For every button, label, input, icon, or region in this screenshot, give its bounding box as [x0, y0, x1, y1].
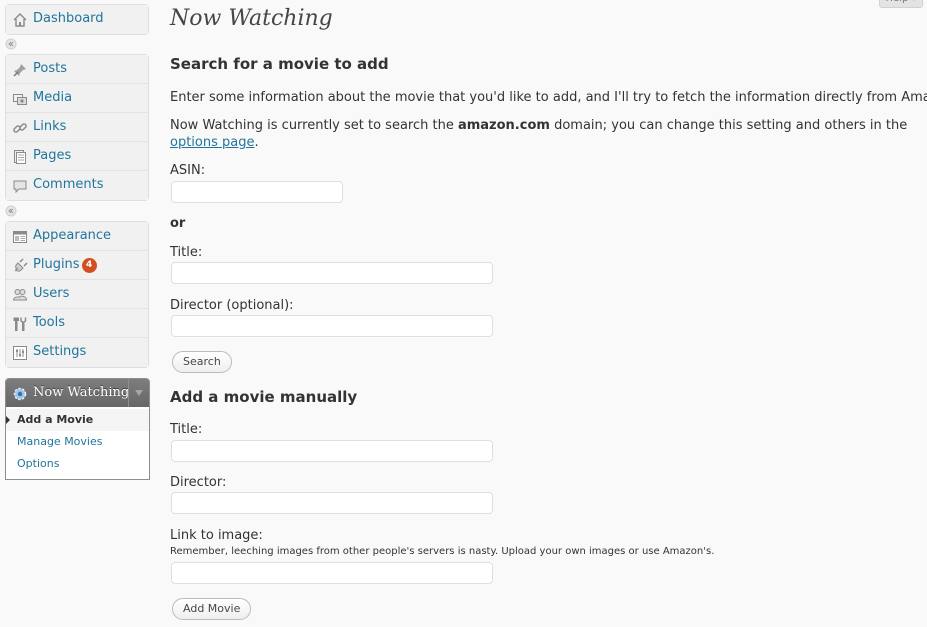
- menu-group-now-watching: Now Watching Add a Movie Manage Movies O…: [5, 378, 150, 480]
- sidebar-item-now-watching[interactable]: Now Watching: [6, 379, 149, 407]
- domain-note: Now Watching is currently set to search …: [170, 118, 907, 133]
- search-intro: Enter some information about the movie t…: [170, 90, 927, 105]
- domain-note-pre: Now Watching is currently set to search …: [170, 118, 458, 133]
- collapse-separator-icon[interactable]: [5, 205, 17, 217]
- settings-icon: [12, 345, 28, 361]
- sidebar-item-comments[interactable]: Comments: [6, 171, 148, 200]
- asin-input[interactable]: [171, 181, 343, 203]
- image-link-input[interactable]: [171, 562, 493, 584]
- sidebar-item-label: Plugins: [33, 257, 80, 272]
- sidebar-item-users[interactable]: Users: [6, 280, 148, 309]
- media-icon: [12, 91, 28, 107]
- sidebar-item-label: Tools: [33, 315, 66, 330]
- menu-group-admin: Appearance Plugins 4 Users Tools Settings: [5, 221, 149, 368]
- sidebar-item-label: Pages: [33, 148, 72, 163]
- manual-heading: Add a movie manually: [170, 388, 358, 406]
- sidebar-item-plugins[interactable]: Plugins 4: [6, 251, 148, 280]
- gear-icon: [12, 385, 28, 401]
- search-button[interactable]: Search: [172, 351, 232, 373]
- image-link-label: Link to image:: [170, 528, 263, 543]
- sidebar-item-posts[interactable]: Posts: [6, 55, 148, 84]
- plugin-icon: [12, 258, 28, 274]
- sidebar-item-media[interactable]: Media: [6, 84, 148, 113]
- sidebar-item-label: Media: [33, 90, 73, 105]
- now-watching-submenu: Add a Movie Manage Movies Options: [6, 407, 149, 479]
- search-heading: Search for a movie to add: [170, 55, 389, 73]
- sidebar-item-label: Comments: [33, 177, 104, 192]
- page-title: Now Watching: [170, 6, 333, 31]
- submenu-item-manage-movies[interactable]: Manage Movies: [6, 431, 149, 453]
- sidebar-item-label: Users: [33, 286, 70, 301]
- comment-icon: [12, 178, 28, 194]
- sidebar-item-appearance[interactable]: Appearance: [6, 222, 148, 251]
- sidebar-item-settings[interactable]: Settings: [6, 338, 148, 367]
- sidebar-item-label: Settings: [33, 344, 87, 359]
- users-icon: [12, 287, 28, 303]
- appearance-icon: [12, 229, 28, 245]
- sidebar-item-label: Now Watching: [33, 385, 130, 400]
- sidebar-item-tools[interactable]: Tools: [6, 309, 148, 338]
- search-director-input[interactable]: [171, 315, 493, 337]
- manual-director-label: Director:: [170, 475, 227, 490]
- period: .: [254, 135, 259, 150]
- plugin-update-badge: 4: [81, 258, 97, 273]
- domain-note-continued: options page.: [170, 135, 259, 150]
- manual-title-input[interactable]: [171, 440, 493, 462]
- sidebar-item-label: Appearance: [33, 228, 112, 243]
- menu-group-content: Posts Media Links Pages Comments: [5, 54, 149, 201]
- link-icon: [12, 120, 28, 136]
- manual-title-label: Title:: [170, 422, 203, 437]
- manual-director-input[interactable]: [171, 492, 493, 514]
- sidebar-item-dashboard[interactable]: Dashboard: [6, 5, 148, 34]
- collapse-separator-icon[interactable]: [5, 38, 17, 50]
- search-title-label: Title:: [170, 245, 203, 260]
- or-label: or: [170, 216, 186, 231]
- asin-label: ASIN:: [170, 163, 206, 178]
- options-page-link[interactable]: options page: [170, 135, 254, 150]
- sidebar-item-label: Links: [33, 119, 67, 134]
- sidebar-item-links[interactable]: Links: [6, 113, 148, 142]
- pin-icon: [12, 62, 28, 78]
- image-link-note: Remember, leeching images from other peo…: [170, 546, 715, 557]
- search-title-input[interactable]: [171, 262, 493, 284]
- domain-name: amazon.com: [457, 118, 550, 133]
- tools-icon: [12, 316, 28, 332]
- submenu-item-add-movie[interactable]: Add a Movie: [6, 409, 149, 431]
- sidebar-item-pages[interactable]: Pages: [6, 142, 148, 171]
- menu-group-dashboard: Dashboard: [5, 4, 149, 35]
- sidebar-item-label: Dashboard: [33, 11, 104, 26]
- search-director-label: Director (optional):: [170, 298, 294, 313]
- help-tab[interactable]: Help ▾: [879, 0, 923, 8]
- submenu-toggle-icon[interactable]: [128, 379, 149, 407]
- dashboard-icon: [12, 12, 28, 28]
- submenu-item-options[interactable]: Options: [6, 453, 149, 475]
- sidebar-item-label: Posts: [33, 61, 67, 76]
- domain-note-post: domain; you can change this setting and …: [549, 118, 908, 133]
- pages-icon: [12, 149, 28, 165]
- add-movie-button[interactable]: Add Movie: [172, 598, 252, 620]
